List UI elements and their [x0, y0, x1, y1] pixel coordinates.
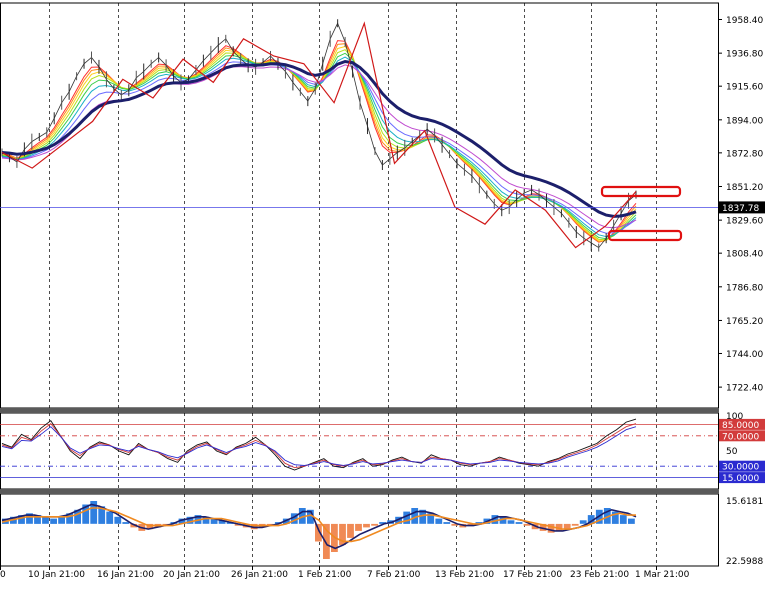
y-tick-label: 1722.40 [726, 384, 763, 394]
price-line [1, 22, 637, 249]
macd-histogram-bar [571, 523, 579, 526]
macd-top-label: 15.6181 [726, 497, 763, 507]
ema-ribbon-line [1, 64, 637, 229]
stochastic-level-label: 85.0000 [722, 421, 759, 431]
panel-separator [0, 489, 719, 494]
stochastic-level-label: 15.0000 [722, 474, 759, 484]
macd-histogram-bar [619, 515, 627, 524]
panel-separator [0, 408, 719, 413]
stochastic-line [1, 426, 637, 466]
y-tick-label: 1894.00 [726, 116, 763, 126]
macd-histogram-bar [122, 522, 130, 524]
x-tick-label: 13 Feb 21:00 [435, 570, 494, 580]
x-tick-label: 1 Feb 21:00 [298, 570, 352, 580]
x-tick-label: 26 Jan 21:00 [231, 570, 288, 580]
y-tick-label: 1744.00 [726, 350, 763, 360]
macd-histogram-bar [628, 518, 635, 524]
macd-histogram-bar [435, 518, 443, 524]
macd-histogram-bar [507, 520, 515, 524]
zigzag-line [1, 21, 637, 249]
stochastic-top-label: 100 [726, 412, 743, 422]
macd-histogram-bar [579, 520, 587, 524]
y-tick-label: 1786.80 [726, 283, 763, 293]
macd-histogram-bar [50, 518, 57, 524]
macd-histogram-bar [42, 516, 49, 524]
y-tick-label: 1936.80 [726, 50, 763, 60]
macd-histogram-bar [114, 516, 122, 524]
macd-histogram-bar [363, 523, 370, 528]
y-tick-label: 1765.20 [726, 317, 763, 327]
price-panel-frame [0, 2, 719, 409]
x-tick-label: 17 Feb 21:00 [503, 570, 562, 580]
x-tick-label: 0 [0, 570, 6, 580]
x-tick-label: 20 Jan 21:00 [163, 570, 220, 580]
x-tick-label: 23 Feb 21:00 [570, 570, 629, 580]
macd-histogram-bar [106, 511, 114, 524]
y-tick-label: 1808.40 [726, 250, 763, 260]
x-tick-label: 16 Jan 21:00 [97, 570, 154, 580]
chart-svg[interactable]: 1837.78 85.000070.0000 30.000015.0000 100 5… [0, 0, 768, 584]
y-tick-label: 1872.80 [726, 149, 763, 159]
macd-histogram-bar [355, 523, 362, 531]
ema-ribbon-line [1, 40, 637, 243]
stochastic-mid-label: 50 [726, 447, 738, 457]
x-tick-label: 10 Jan 21:00 [28, 570, 85, 580]
ema-ribbon-line [1, 49, 637, 241]
macd-histogram-bar [403, 511, 411, 524]
macd-histogram-bar [347, 523, 354, 538]
annotation-box-lower [607, 229, 683, 242]
y-tick-label: 1829.60 [726, 217, 763, 227]
chart-window[interactable]: 1837.78 85.0000 70.0000 30.0000 15.0000 100 5… [0, 0, 768, 584]
stochastic-level-label: 70.0000 [722, 432, 759, 442]
macd-histogram-bar [58, 516, 65, 524]
stochastic-level-label: 30.0000 [722, 463, 759, 473]
current-price-label: 1837.78 [722, 204, 759, 214]
macd-histogram-bar [371, 523, 378, 526]
macd-histogram-bar [515, 522, 523, 524]
macd-bottom-label: 22.5988 [726, 557, 763, 567]
y-tick-label: 1915.60 [726, 83, 763, 93]
y-tick-label: 1851.20 [726, 183, 763, 193]
annotation-box-upper [600, 185, 682, 198]
x-tick-label: 7 Feb 21:00 [367, 570, 421, 580]
y-tick-label: 1958.40 [726, 16, 763, 26]
x-tick-label: 1 Mar 21:00 [635, 570, 690, 580]
macd-histogram-bar [443, 522, 451, 524]
